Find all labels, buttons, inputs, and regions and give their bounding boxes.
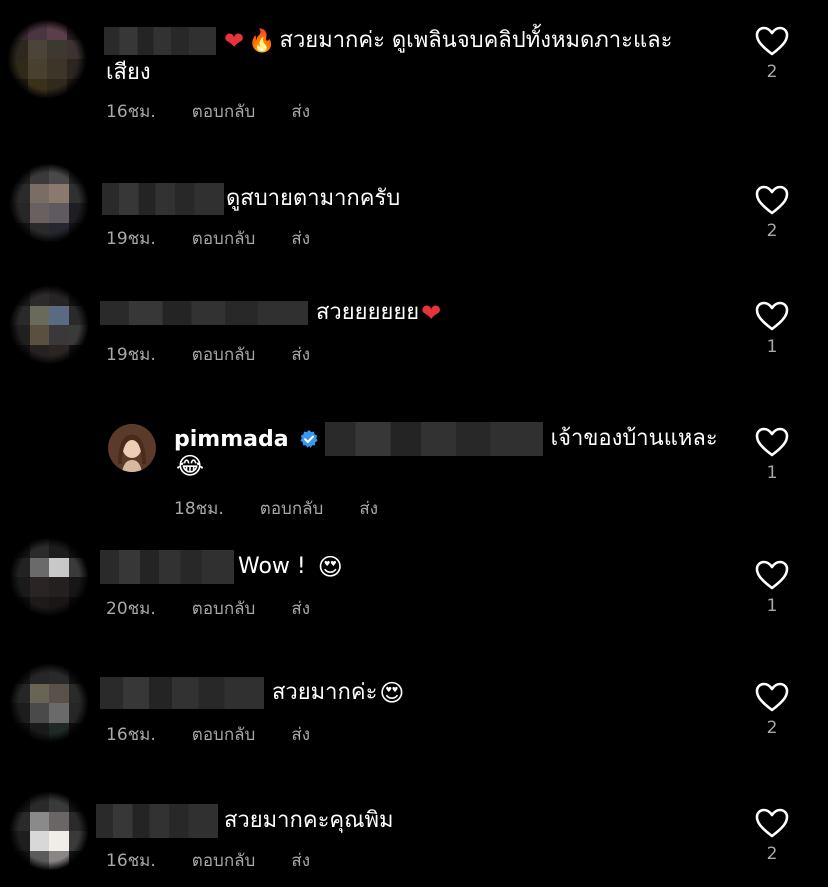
like-button[interactable]: 2 bbox=[752, 682, 792, 738]
comment-line: ดูสบายตามากครับ bbox=[102, 183, 401, 215]
comment-line: สวยยยยยย ❤ bbox=[100, 298, 441, 328]
heart-outline-icon bbox=[755, 427, 789, 457]
comment-meta: 16ชม. ตอบกลับ ส่ง bbox=[106, 850, 346, 872]
comment-meta: 16ชม. ตอบกลับ ส่ง bbox=[106, 724, 346, 746]
comment-text: สวยยยยยย bbox=[316, 300, 420, 325]
like-count: 2 bbox=[766, 718, 778, 738]
avatar[interactable] bbox=[10, 286, 88, 364]
send-button[interactable]: ส่ง bbox=[291, 724, 310, 746]
reply-button[interactable]: ตอบกลับ bbox=[260, 498, 324, 520]
comment-time: 19ชม. bbox=[106, 229, 156, 249]
avatar[interactable] bbox=[10, 538, 88, 616]
comment-text: สวยมากคะคุณพิม bbox=[224, 808, 394, 833]
heart-outline-icon bbox=[755, 301, 789, 331]
like-button[interactable]: 1 bbox=[752, 560, 792, 616]
reply-button[interactable]: ตอบกลับ bbox=[192, 598, 256, 620]
send-button[interactable]: ส่ง bbox=[291, 344, 310, 366]
red-heart-emoji-icon: ❤ bbox=[421, 299, 442, 327]
heart-eyes-emoji-icon: 😍 bbox=[317, 553, 343, 581]
like-count: 1 bbox=[766, 463, 778, 483]
comment-meta: 20ชม. ตอบกลับ ส่ง bbox=[106, 598, 346, 620]
red-heart-emoji-icon: ❤ bbox=[224, 27, 245, 55]
redacted-username[interactable] bbox=[100, 550, 234, 584]
comment-meta: 19ชม. ตอบกลับ ส่ง bbox=[106, 344, 346, 366]
redacted-username[interactable] bbox=[100, 301, 308, 325]
send-button[interactable]: ส่ง bbox=[291, 598, 310, 620]
like-button[interactable]: 2 bbox=[752, 808, 792, 864]
laughing-emoji-icon: 😂 bbox=[176, 452, 205, 480]
like-count: 1 bbox=[766, 337, 778, 357]
send-button[interactable]: ส่ง bbox=[359, 498, 378, 520]
comment-line: ❤ 🔥 สวยมากค่ะ ดูเพลินจบคลิปทั้งหมดภาะและ bbox=[104, 26, 672, 56]
like-button[interactable]: 2 bbox=[752, 185, 792, 241]
profile-photo-icon bbox=[108, 424, 156, 472]
comment-text: เจ้าของบ้านแหละ bbox=[550, 426, 718, 451]
comment-time: 18ชม. bbox=[174, 499, 224, 519]
avatar[interactable] bbox=[108, 424, 156, 472]
comment-text: ดูสบายตามากครับ bbox=[226, 186, 401, 211]
redacted-username[interactable] bbox=[104, 27, 216, 55]
reply-button[interactable]: ตอบกลับ bbox=[192, 344, 256, 366]
like-count: 2 bbox=[766, 62, 778, 82]
send-button[interactable]: ส่ง bbox=[291, 101, 310, 123]
like-button[interactable]: 1 bbox=[752, 427, 792, 483]
heart-outline-icon bbox=[755, 808, 789, 838]
like-count: 1 bbox=[766, 596, 778, 616]
verified-badge-icon bbox=[299, 430, 318, 448]
username[interactable]: pimmada bbox=[174, 427, 289, 452]
comment-time: 16ชม. bbox=[106, 725, 156, 745]
comment-time: 16ชม. bbox=[106, 851, 156, 871]
comment-text: สวยมากค่ะ bbox=[272, 680, 378, 705]
comment-text: Wow ! bbox=[238, 554, 306, 579]
comment-meta: 18ชม. ตอบกลับ ส่ง bbox=[174, 498, 414, 520]
comment-time: 16ชม. bbox=[106, 102, 156, 122]
heart-outline-icon bbox=[755, 682, 789, 712]
avatar[interactable] bbox=[10, 664, 88, 742]
fire-emoji-icon: 🔥 bbox=[248, 28, 276, 54]
reply-button[interactable]: ตอบกลับ bbox=[192, 101, 256, 123]
heart-eyes-emoji-icon: 😍 bbox=[379, 679, 405, 707]
heart-outline-icon bbox=[755, 26, 789, 56]
comment-text-continued: เสียง bbox=[106, 60, 151, 85]
reply-button[interactable]: ตอบกลับ bbox=[192, 724, 256, 746]
comment-time: 19ชม. bbox=[106, 345, 156, 365]
comment-line: pimmada เจ้าของบ้านแหละ bbox=[174, 422, 718, 456]
comment-text: สวยมากค่ะ ดูเพลินจบคลิปทั้งหมดภาะและ bbox=[279, 28, 673, 53]
comment-meta: 16ชม. ตอบกลับ ส่ง bbox=[106, 101, 346, 123]
comment-time: 20ชม. bbox=[106, 599, 156, 619]
redacted-username[interactable] bbox=[96, 804, 218, 838]
like-button[interactable]: 2 bbox=[752, 26, 792, 82]
like-count: 2 bbox=[766, 221, 778, 241]
redacted-username[interactable] bbox=[324, 422, 543, 456]
like-count: 2 bbox=[766, 844, 778, 864]
avatar[interactable] bbox=[10, 164, 88, 242]
reply-button[interactable]: ตอบกลับ bbox=[192, 850, 256, 872]
comment-line: สวยมากคะคุณพิม bbox=[96, 804, 394, 838]
comment-line: Wow ! 😍 bbox=[100, 550, 343, 584]
redacted-username[interactable] bbox=[102, 183, 224, 215]
comment-line: สวยมากค่ะ 😍 bbox=[100, 677, 405, 709]
send-button[interactable]: ส่ง bbox=[291, 228, 310, 250]
redacted-username[interactable] bbox=[100, 677, 264, 709]
avatar[interactable] bbox=[10, 792, 88, 870]
send-button[interactable]: ส่ง bbox=[291, 850, 310, 872]
heart-outline-icon bbox=[755, 560, 789, 590]
reply-button[interactable]: ตอบกลับ bbox=[192, 228, 256, 250]
avatar[interactable] bbox=[8, 20, 86, 98]
comment-meta: 19ชม. ตอบกลับ ส่ง bbox=[106, 228, 346, 250]
heart-outline-icon bbox=[755, 185, 789, 215]
like-button[interactable]: 1 bbox=[752, 301, 792, 357]
